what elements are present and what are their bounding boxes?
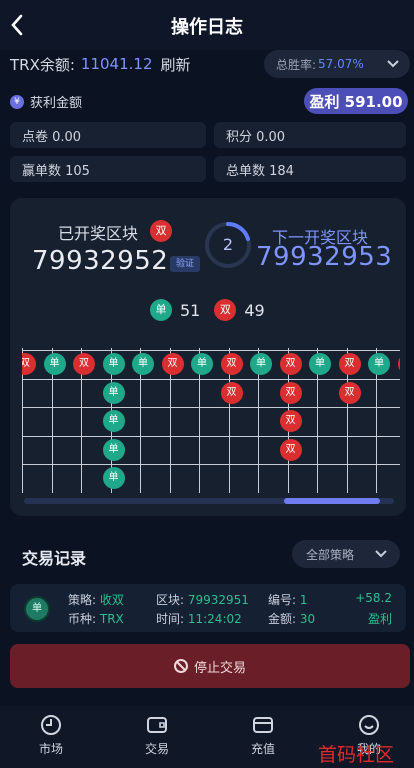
market-icon [41, 715, 61, 735]
profile-icon [359, 715, 379, 735]
score-stat: 积分 0.00 [214, 122, 406, 148]
stop-icon [173, 659, 188, 673]
wins-stat: 赢单数 105 [10, 156, 206, 182]
opened-result-ball: 双 [150, 220, 172, 242]
tab-market-label: 市场 [38, 742, 63, 756]
watermark: 首码社区 [318, 744, 395, 766]
record-amount-value: 30 [299, 612, 316, 626]
countdown-value: 2 [222, 235, 234, 254]
record-block-label: 区块: [156, 593, 188, 607]
record-block-value: 79932951 [187, 593, 249, 607]
record-block: 区块: 79932951 [156, 591, 249, 608]
trend-ball: 单 [102, 381, 125, 404]
stop-trading-button[interactable]: 停止交易 [10, 644, 410, 688]
trend-ball: 双 [161, 353, 184, 376]
verify-button[interactable]: 验证 [170, 256, 200, 272]
record-strategy: 策略: 收双 [68, 591, 124, 608]
wallet-icon [253, 717, 273, 733]
profit-label: 获利金额 [30, 96, 83, 111]
trend-ball: 单 [102, 353, 125, 376]
tab-deposit[interactable]: 充值 [228, 714, 298, 757]
trend-ball: 单 [102, 467, 125, 490]
stop-trading-label: 停止交易 [193, 660, 246, 676]
record-item[interactable]: 单 策略: 收双 区块: 79932951 编号: 1 币种: TRX 时间: … [10, 584, 406, 632]
trend-ball: 双 [338, 381, 361, 404]
opened-block-label: 已开奖区块 [58, 224, 139, 243]
profit-badge: 盈利 591.00 [304, 88, 408, 114]
chevron-down-icon [387, 60, 399, 68]
strategy-filter-label: 全部策略 [306, 547, 355, 562]
tab-deposit-label: 充值 [250, 742, 275, 756]
block-panel: 已开奖区块 双 79932952 验证 2 下一开奖区块 79932953 单 … [10, 198, 406, 516]
top-bar: 操作日志 [0, 0, 414, 50]
record-time-value: 11:24:02 [187, 612, 242, 626]
record-amount-label: 金额: [268, 612, 300, 626]
opened-block-number: 79932952 [32, 246, 169, 276]
record-serial-label: 编号: [268, 593, 300, 607]
trend-ball: 单 [102, 438, 125, 461]
tab-trade-label: 交易 [144, 742, 169, 756]
double-ball: 双 [214, 299, 237, 321]
record-time-label: 时间: [156, 612, 188, 626]
record-amount: 金额: 30 [268, 610, 315, 627]
records-title: 交易记录 [22, 549, 87, 568]
record-coin-label: 币种: [68, 612, 100, 626]
points-stat: 点卷 0.00 [10, 122, 206, 148]
winrate-value: 57.07% [318, 57, 364, 71]
trend-ball: 双 [220, 353, 243, 376]
trx-balance-row: TRX余额: 11041.12 刷新 [10, 52, 191, 76]
single-ball: 单 [150, 299, 172, 321]
single-count: 51 [180, 300, 201, 320]
trend-ball: 双 [279, 353, 302, 376]
trend-ball: 单 [43, 353, 66, 376]
winrate-label: 总胜率: [276, 57, 317, 72]
total-stat: 总单数 184 [214, 156, 406, 182]
trend-ball: 双 [279, 381, 302, 404]
record-serial-value: 1 [299, 593, 308, 607]
tab-market[interactable]: 市场 [16, 714, 86, 757]
coin-icon: ¥ [10, 94, 24, 109]
next-block-number: 79932953 [256, 242, 393, 272]
chevron-down-icon [375, 550, 387, 558]
profit-label-row: ¥ 获利金额 [10, 92, 82, 111]
record-type-icon: 单 [24, 596, 50, 622]
trade-icon [147, 717, 167, 733]
result-counts: 单 51 双 49 [150, 298, 279, 322]
record-strategy-value: 收双 [99, 593, 124, 607]
record-time: 时间: 11:24:02 [156, 610, 242, 627]
trx-balance-value: 11041.12 [80, 55, 153, 73]
trend-ball: 双 [279, 438, 302, 461]
record-serial: 编号: 1 [268, 591, 308, 608]
record-coin-value: TRX [99, 612, 124, 626]
refresh-button[interactable]: 刷新 [161, 54, 191, 75]
record-result: 盈利 [367, 612, 392, 626]
strategy-filter-dropdown[interactable]: 全部策略 [292, 540, 400, 568]
page-title: 操作日志 [171, 17, 243, 38]
record-strategy-label: 策略: [68, 593, 100, 607]
double-count: 49 [244, 300, 265, 320]
trend-ball: 双 [338, 353, 361, 376]
record-change: +58.2 [355, 591, 392, 605]
trend-scrollbar-thumb[interactable] [284, 498, 380, 504]
record-coin: 币种: TRX [68, 610, 124, 627]
trx-balance-label: TRX余额: [10, 55, 75, 74]
trend-ball: 单 [102, 410, 125, 433]
trend-grid[interactable]: 双单双单单单单单单双单双双单双双双双单双双单双 [22, 348, 400, 493]
trend-ball: 双 [220, 381, 243, 404]
tab-trade[interactable]: 交易 [122, 714, 192, 757]
winrate-dropdown[interactable]: 总胜率: 57.07% [264, 50, 410, 78]
trend-ball: 双 [279, 410, 302, 433]
